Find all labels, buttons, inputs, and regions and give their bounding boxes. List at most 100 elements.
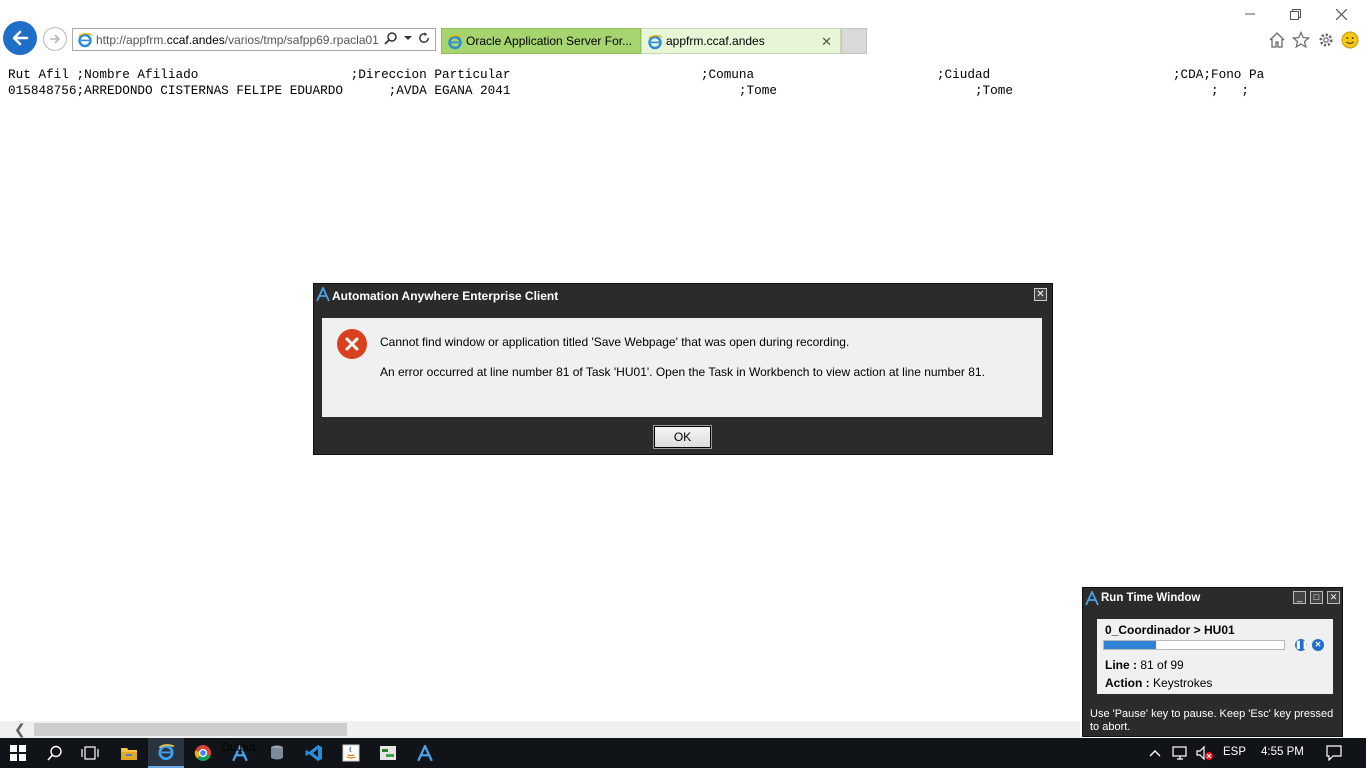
dropdown-icon[interactable] [404, 31, 412, 45]
search-icon [47, 745, 62, 761]
new-tab-button[interactable] [841, 28, 867, 54]
page-content: Rut Afil ;Nombre Afiliado ;Direccion Par… [8, 67, 1264, 99]
tab-oracle[interactable]: Oracle Application Server For... [441, 28, 641, 54]
stop-button[interactable]: ✕ [1312, 639, 1324, 651]
task-view-icon [81, 746, 99, 760]
start-button[interactable] [0, 738, 36, 768]
taskbar-file-explorer[interactable] [111, 738, 147, 768]
feedback-button[interactable] [1340, 30, 1360, 50]
action-value: Keystrokes [1153, 676, 1213, 690]
settings-gear-icon [1319, 33, 1333, 47]
automation-anywhere-logo-icon [316, 287, 330, 302]
rtw-close-button[interactable]: ✕ [1327, 591, 1340, 604]
tray-overflow-button[interactable] [1145, 738, 1165, 768]
file-explorer-icon [121, 748, 137, 760]
url-text: http://appfrm.ccaf.andes/varios/tmp/safp… [96, 32, 379, 47]
task-path: 0_Coordinador > HU01 [1105, 623, 1235, 637]
internet-explorer-icon [158, 744, 175, 761]
restore-icon [1289, 8, 1301, 20]
run-time-window: Run Time Window _ □ ✕ 0_Coordinador > HU… [1082, 587, 1343, 737]
back-button[interactable] [3, 21, 37, 55]
run-time-hint: Use 'Pause' key to pause. Keep 'Esc' key… [1090, 708, 1334, 733]
action-center-button[interactable] [1316, 738, 1352, 768]
error-message-detail: An error occurred at line number 81 of T… [380, 365, 985, 379]
rtw-minimize-button[interactable]: _ [1293, 591, 1306, 604]
scroll-left-arrow-icon[interactable]: ❮ [14, 721, 26, 738]
java-icon [342, 744, 360, 762]
taskbar: Output ESP 4:55 PM [0, 738, 1366, 768]
home-icon [1269, 32, 1285, 48]
tab-label: Oracle Application Server For... [466, 34, 633, 48]
chevron-up-icon [1149, 750, 1161, 757]
network-icon [1172, 746, 1187, 760]
address-bar[interactable]: http://appfrm.ccaf.andes/varios/tmp/safp… [72, 28, 436, 51]
forward-icon [50, 34, 61, 44]
taskbar-chrome[interactable] [185, 738, 221, 768]
tab-label: appfrm.ccaf.andes [666, 34, 765, 48]
minimize-icon [1245, 13, 1255, 15]
ok-button[interactable]: OK [653, 425, 712, 449]
run-time-window-title: Run Time Window [1101, 592, 1201, 604]
tray-volume-button[interactable] [1193, 738, 1217, 768]
clock[interactable]: 4:55 PM [1261, 746, 1304, 758]
run-status-panel: 0_Coordinador > HU01 ❚❚ ✕ Line : 81 of 9… [1097, 619, 1333, 694]
line-value: 81 of 99 [1140, 658, 1184, 672]
dialog-close-button[interactable]: ✕ [1034, 288, 1047, 301]
taskbar-vscode[interactable] [296, 738, 332, 768]
input-language-indicator[interactable]: ESP [1223, 746, 1246, 758]
scrollbar-thumb[interactable] [34, 723, 347, 736]
csv-data-line: 015848756;ARREDONDO CISTERNAS FELIPE EDU… [8, 83, 1250, 98]
error-x-icon [337, 329, 367, 359]
taskbar-java[interactable] [333, 738, 369, 768]
browser-chrome: http://appfrm.ccaf.andes/varios/tmp/safp… [0, 0, 1366, 60]
refresh-icon[interactable] [418, 31, 431, 45]
taskbar-tooltip: Output [221, 742, 256, 754]
back-icon [12, 30, 29, 46]
chrome-icon [194, 745, 211, 761]
close-icon [1335, 8, 1347, 20]
smiley-feedback-icon [1341, 31, 1359, 49]
taskbar-internet-explorer[interactable] [148, 738, 184, 768]
ie-tab-icon [448, 35, 463, 50]
taskbar-automation-anywhere-2[interactable] [407, 738, 443, 768]
taskbar-project[interactable] [370, 738, 406, 768]
horizontal-scrollbar[interactable]: ❮ [0, 721, 1080, 738]
windows-start-icon [10, 745, 26, 761]
favorites-star-icon [1292, 31, 1310, 49]
automation-anywhere-logo-icon [1085, 591, 1099, 606]
dialog-title: Automation Anywhere Enterprise Client [332, 289, 559, 303]
error-dialog: Automation Anywhere Enterprise Client ✕ … [313, 283, 1053, 455]
minimize-button[interactable] [1238, 4, 1262, 24]
line-status: Line : 81 of 99 [1105, 658, 1184, 672]
csv-header-line: Rut Afil ;Nombre Afiliado ;Direccion Par… [8, 67, 1265, 82]
home-button[interactable] [1267, 30, 1287, 50]
action-label: Action : [1105, 676, 1150, 690]
action-status: Action : Keystrokes [1105, 676, 1212, 690]
error-message-primary: Cannot find window or application titled… [380, 335, 850, 349]
volume-muted-icon [1196, 745, 1213, 761]
close-window-button[interactable] [1329, 4, 1353, 24]
search-icon[interactable] [384, 31, 398, 45]
search-button[interactable] [37, 738, 73, 768]
project-icon [380, 746, 396, 760]
forward-button[interactable] [43, 27, 67, 51]
favorites-button[interactable] [1291, 30, 1311, 50]
restore-button[interactable] [1283, 4, 1307, 24]
rtw-maximize-button[interactable]: □ [1310, 591, 1323, 604]
task-view-button[interactable] [72, 738, 108, 768]
tab-appfrm[interactable]: appfrm.ccaf.andes ✕ [641, 28, 841, 54]
ie-page-icon [78, 33, 93, 48]
task-progress-bar [1103, 640, 1285, 650]
tab-close-icon[interactable]: ✕ [821, 34, 832, 50]
tray-network-button[interactable] [1169, 738, 1193, 768]
ie-tab-icon [648, 35, 663, 50]
automation-anywhere-icon [417, 744, 433, 761]
notification-icon [1326, 745, 1342, 761]
task-progress-fill [1104, 641, 1157, 649]
vscode-icon [305, 745, 322, 761]
settings-button[interactable] [1316, 30, 1336, 50]
taskbar-sql-server[interactable] [259, 738, 295, 768]
dialog-body: Cannot find window or application titled… [322, 318, 1042, 417]
pause-button[interactable]: ❚❚ [1295, 639, 1308, 651]
sql-server-icon [271, 745, 283, 760]
